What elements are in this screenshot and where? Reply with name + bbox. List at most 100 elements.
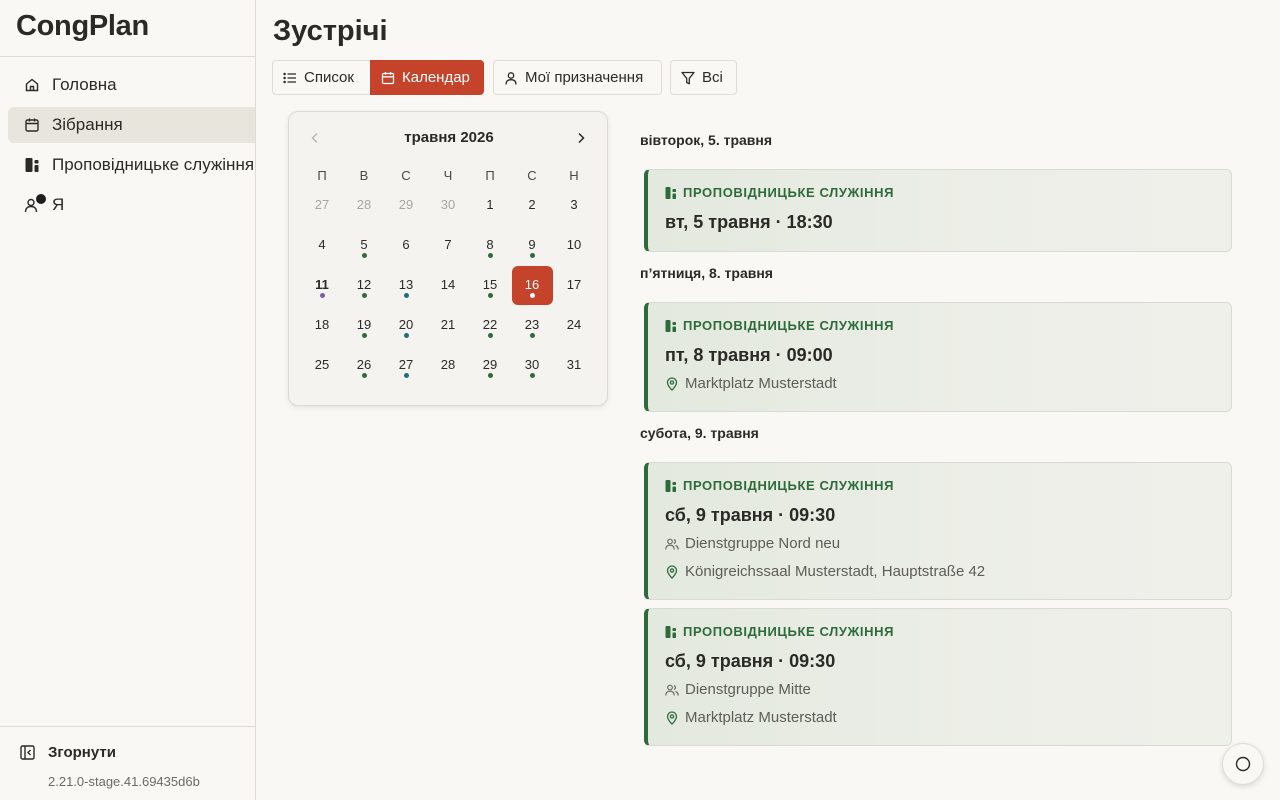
calendar-day-number: 31	[566, 357, 582, 372]
weekday-header-row: ПВСЧПСН	[301, 164, 595, 186]
calendar-day-selected[interactable]: 16	[511, 266, 553, 306]
calendar-day-number: 7	[444, 237, 452, 252]
calendar-week-row: 25 26 27 28 29 30 31	[301, 346, 595, 386]
calendar-day-number: 26	[356, 357, 372, 372]
calendar-view-button[interactable]: Календар	[370, 60, 484, 95]
event-time: вт, 5 травня · 18:30	[665, 212, 833, 232]
calendar-day[interactable]: 22	[469, 306, 511, 346]
event-indicator-dot	[404, 293, 409, 298]
calendar-week-row: 18 19 20 21 22 23 24	[301, 306, 595, 346]
event-type-label: ПРОПОВІДНИЦЬКЕ СЛУЖІННЯ	[683, 318, 895, 333]
calendar-day[interactable]: 20	[385, 306, 427, 346]
event-location: Marktplatz Musterstadt	[665, 375, 837, 392]
event-indicator-dot	[488, 333, 493, 338]
sidebar-item-ministry[interactable]: Проповідницьке служіння	[8, 147, 255, 183]
calendar-day-number: 28	[356, 197, 372, 212]
sidebar-footer: Згорнути 2.21.0-stage.41.69435d6b	[0, 726, 255, 800]
calendar-day-number: 28	[440, 357, 456, 372]
calendar-day[interactable]: 30	[511, 346, 553, 386]
home-icon	[24, 77, 40, 93]
my-assignments-button[interactable]: Мої призначення	[493, 60, 662, 95]
sidebar-item-label: Головна	[52, 75, 117, 94]
calendar-day[interactable]: 28	[427, 346, 469, 386]
calendar-day[interactable]: 31	[553, 346, 595, 386]
calendar-icon	[381, 71, 395, 85]
calendar-day[interactable]: 29	[385, 186, 427, 226]
calendar-day-number: 22	[482, 317, 498, 332]
help-button[interactable]	[1222, 743, 1264, 785]
calendar-week-row: 4 5 6 7 8 9 10	[301, 226, 595, 266]
calendar-day[interactable]: 6	[385, 226, 427, 266]
calendar-day-number: 10	[566, 237, 582, 252]
calendar-day-number: 14	[440, 277, 456, 292]
event-card[interactable]: ПРОПОВІДНИЦЬКЕ СЛУЖІННЯ пт, 8 травня · 0…	[644, 302, 1232, 412]
event-type: ПРОПОВІДНИЦЬКЕ СЛУЖІННЯ	[665, 478, 894, 493]
calendar-month-label: травня 2026	[404, 129, 494, 146]
event-location-text: Marktplatz Musterstadt	[685, 709, 837, 726]
event-indicator-dot	[488, 253, 493, 258]
collapse-sidebar-button[interactable]: Згорнути	[20, 744, 116, 761]
calendar-day[interactable]: 9	[511, 226, 553, 266]
calendar-day[interactable]: 7	[427, 226, 469, 266]
calendar-day-number: 16	[524, 277, 540, 292]
calendar-day-number: 12	[356, 277, 372, 292]
calendar-day[interactable]: 3	[553, 186, 595, 226]
calendar-day[interactable]: 29	[469, 346, 511, 386]
calendar-day[interactable]: 1	[469, 186, 511, 226]
calendar-day-number: 24	[566, 317, 582, 332]
calendar-day[interactable]: 15	[469, 266, 511, 306]
sidebar-item-me[interactable]: Я	[8, 187, 255, 223]
calendar-grid: ПВСЧПСН 27 28 29 30 1 2 3 4 5 6 7 8 9 10 11 12 13 14 15 16 1…	[301, 164, 595, 386]
event-indicator-dot	[362, 333, 367, 338]
calendar-day[interactable]: 24	[553, 306, 595, 346]
event-group-text: Dienstgruppe Mitte	[685, 681, 811, 698]
event-indicator-dot	[488, 373, 493, 378]
calendar-day[interactable]: 11	[301, 266, 343, 306]
calendar-day[interactable]: 18	[301, 306, 343, 346]
next-month-button[interactable]	[573, 130, 589, 146]
calendar-day[interactable]: 5	[343, 226, 385, 266]
calendar-day[interactable]: 27	[301, 186, 343, 226]
calendar-day[interactable]: 12	[343, 266, 385, 306]
sidebar-item-home[interactable]: Головна	[8, 67, 255, 103]
ministry-icon	[665, 186, 677, 200]
filter-button[interactable]: Всі	[670, 60, 737, 95]
calendar-week-row: 11 12 13 14 15 16 17	[301, 266, 595, 306]
calendar-day[interactable]: 23	[511, 306, 553, 346]
weekday-label: С	[527, 168, 537, 183]
calendar-day[interactable]: 28	[343, 186, 385, 226]
calendar-day[interactable]: 13	[385, 266, 427, 306]
event-indicator-dot	[362, 373, 367, 378]
event-card[interactable]: ПРОПОВІДНИЦЬКЕ СЛУЖІННЯ вт, 5 травня · 1…	[644, 169, 1232, 252]
calendar-day[interactable]: 4	[301, 226, 343, 266]
calendar-day[interactable]: 21	[427, 306, 469, 346]
calendar-day[interactable]: 19	[343, 306, 385, 346]
calendar-day-number: 9	[528, 237, 536, 252]
calendar-day-number: 27	[314, 197, 330, 212]
user-icon	[504, 71, 518, 85]
calendar-day[interactable]: 10	[553, 226, 595, 266]
calendar-day-number: 30	[440, 197, 456, 212]
event-card[interactable]: ПРОПОВІДНИЦЬКЕ СЛУЖІННЯ сб, 9 травня · 0…	[644, 608, 1232, 746]
sidebar-collapse-icon	[20, 745, 35, 760]
calendar-day[interactable]: 30	[427, 186, 469, 226]
list-view-button[interactable]: Список	[272, 60, 371, 95]
event-card[interactable]: ПРОПОВІДНИЦЬКЕ СЛУЖІННЯ сб, 9 травня · 0…	[644, 462, 1232, 600]
sidebar-item-meetings[interactable]: Зібрання	[8, 107, 255, 143]
calendar-day-number: 17	[566, 277, 582, 292]
event-indicator-dot	[488, 293, 493, 298]
weekday-label: В	[359, 168, 369, 183]
event-indicator-dot	[320, 293, 325, 298]
calendar-day[interactable]: 25	[301, 346, 343, 386]
calendar-day[interactable]: 14	[427, 266, 469, 306]
calendar-day[interactable]: 27	[385, 346, 427, 386]
weekday-label: Н	[569, 168, 579, 183]
calendar-day[interactable]: 17	[553, 266, 595, 306]
calendar-day[interactable]: 26	[343, 346, 385, 386]
calendar-day[interactable]: 2	[511, 186, 553, 226]
weekday-label: П	[317, 168, 327, 183]
event-location-text: Königreichssaal Musterstadt, Hauptstraße…	[685, 563, 986, 580]
calendar-day-number: 6	[402, 237, 410, 252]
app-logo[interactable]: CongPlan	[0, 0, 255, 57]
calendar-day[interactable]: 8	[469, 226, 511, 266]
